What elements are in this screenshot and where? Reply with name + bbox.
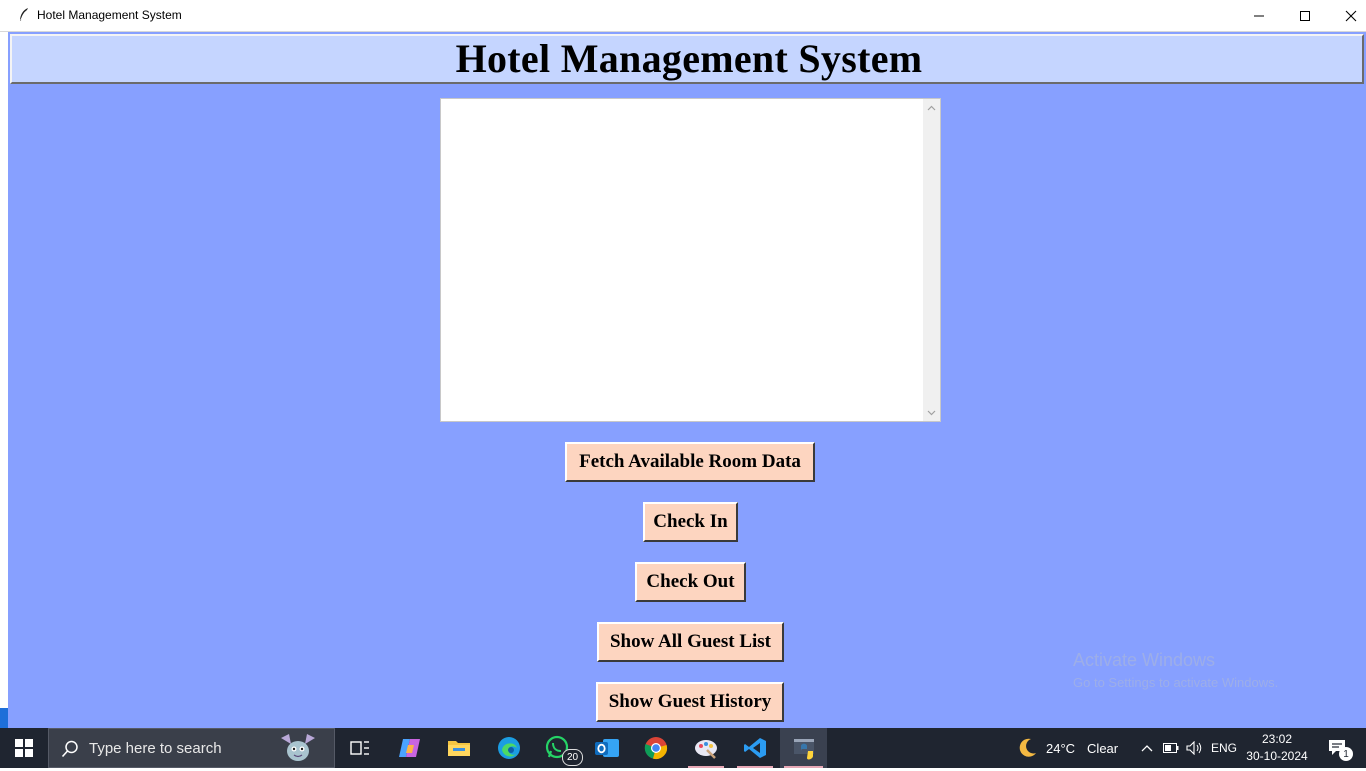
volume-button[interactable] — [1184, 728, 1206, 768]
weather-widget[interactable]: 24°C Clear — [1046, 728, 1126, 768]
output-text-area[interactable] — [440, 98, 941, 422]
window-title: Hotel Management System — [37, 8, 182, 22]
search-highlight-mascot-icon — [277, 732, 319, 771]
taskbar: Type here to search 20 24°C Clear ENG 23… — [0, 728, 1366, 768]
windows-logo-icon — [15, 739, 33, 757]
vertical-scrollbar[interactable] — [923, 99, 940, 421]
minimize-button[interactable] — [1236, 0, 1282, 31]
vscode-icon — [744, 738, 766, 758]
close-button[interactable] — [1328, 0, 1366, 31]
whatsapp-button[interactable]: 20 — [536, 728, 583, 768]
outlook-icon — [595, 739, 619, 757]
chrome-icon — [644, 737, 668, 760]
weather-temperature: 24°C — [1046, 740, 1076, 756]
chevron-up-icon — [927, 105, 936, 110]
clock-widget[interactable]: 23:02 30-10-2024 — [1240, 731, 1314, 765]
show-all-guest-list-button[interactable]: Show All Guest List — [597, 622, 784, 662]
input-language: ENG — [1210, 741, 1237, 755]
battery-icon — [1163, 743, 1179, 753]
maximize-button[interactable] — [1282, 0, 1328, 31]
edge-icon — [498, 737, 520, 759]
scroll-up-arrow[interactable] — [923, 99, 940, 116]
window-title-bar[interactable]: Hotel Management System — [0, 0, 1366, 32]
minimize-icon — [1254, 15, 1264, 16]
folder-icon — [448, 741, 470, 756]
whatsapp-unread-badge: 20 — [562, 749, 583, 766]
python-app-button[interactable] — [780, 728, 827, 768]
notification-count-badge: 1 — [1339, 747, 1353, 761]
outlook-button[interactable] — [585, 728, 629, 768]
weather-condition: Clear — [1087, 740, 1119, 756]
chevron-up-icon — [1141, 745, 1153, 752]
copilot-button[interactable] — [388, 728, 432, 768]
show-guest-history-button[interactable]: Show Guest History — [596, 682, 784, 722]
close-icon — [1345, 10, 1357, 21]
notification-center-button[interactable]: 1 — [1318, 728, 1358, 768]
feather-icon — [16, 7, 32, 23]
python-window-icon — [793, 739, 814, 760]
watermark-subtitle: Go to Settings to activate Windows. — [1073, 675, 1279, 690]
start-button[interactable] — [0, 728, 48, 768]
file-explorer-button[interactable] — [437, 728, 481, 768]
scroll-down-arrow[interactable] — [923, 404, 940, 421]
check-out-button[interactable]: Check Out — [635, 562, 746, 602]
weather-widget-icon[interactable] — [1010, 728, 1044, 768]
taskbar-search-box[interactable]: Type here to search — [48, 728, 335, 768]
fetch-room-data-button[interactable]: Fetch Available Room Data — [565, 442, 815, 482]
chevron-down-icon — [927, 410, 936, 415]
clock-date: 30-10-2024 — [1246, 749, 1308, 763]
show-hidden-icons-button[interactable] — [1137, 728, 1157, 768]
edge-accent — [0, 708, 8, 728]
input-language-button[interactable]: ENG — [1208, 728, 1240, 768]
moon-icon — [1019, 738, 1036, 757]
page-title: Hotel Management System — [455, 36, 923, 81]
search-placeholder: Type here to search — [89, 740, 222, 757]
check-in-button[interactable]: Check In — [643, 502, 738, 542]
palette-icon — [695, 740, 717, 759]
speaker-icon — [1186, 741, 1202, 755]
search-icon — [61, 740, 79, 763]
main-window-body: Hotel Management System Fetch Available … — [8, 32, 1366, 728]
activate-windows-watermark: Activate Windows Go to Settings to activ… — [1073, 650, 1278, 690]
edge-browser-button[interactable] — [487, 728, 531, 768]
paint-app-button[interactable] — [684, 728, 728, 768]
battery-button[interactable] — [1160, 728, 1182, 768]
window-left-edge — [0, 32, 8, 728]
copilot-icon — [399, 739, 420, 757]
maximize-icon — [1300, 10, 1310, 21]
chrome-button[interactable] — [634, 728, 678, 768]
task-view-icon — [350, 741, 369, 755]
task-view-button[interactable] — [338, 728, 382, 768]
vscode-button[interactable] — [733, 728, 777, 768]
clock-time: 23:02 — [1261, 732, 1293, 746]
watermark-title: Activate Windows — [1073, 650, 1216, 670]
